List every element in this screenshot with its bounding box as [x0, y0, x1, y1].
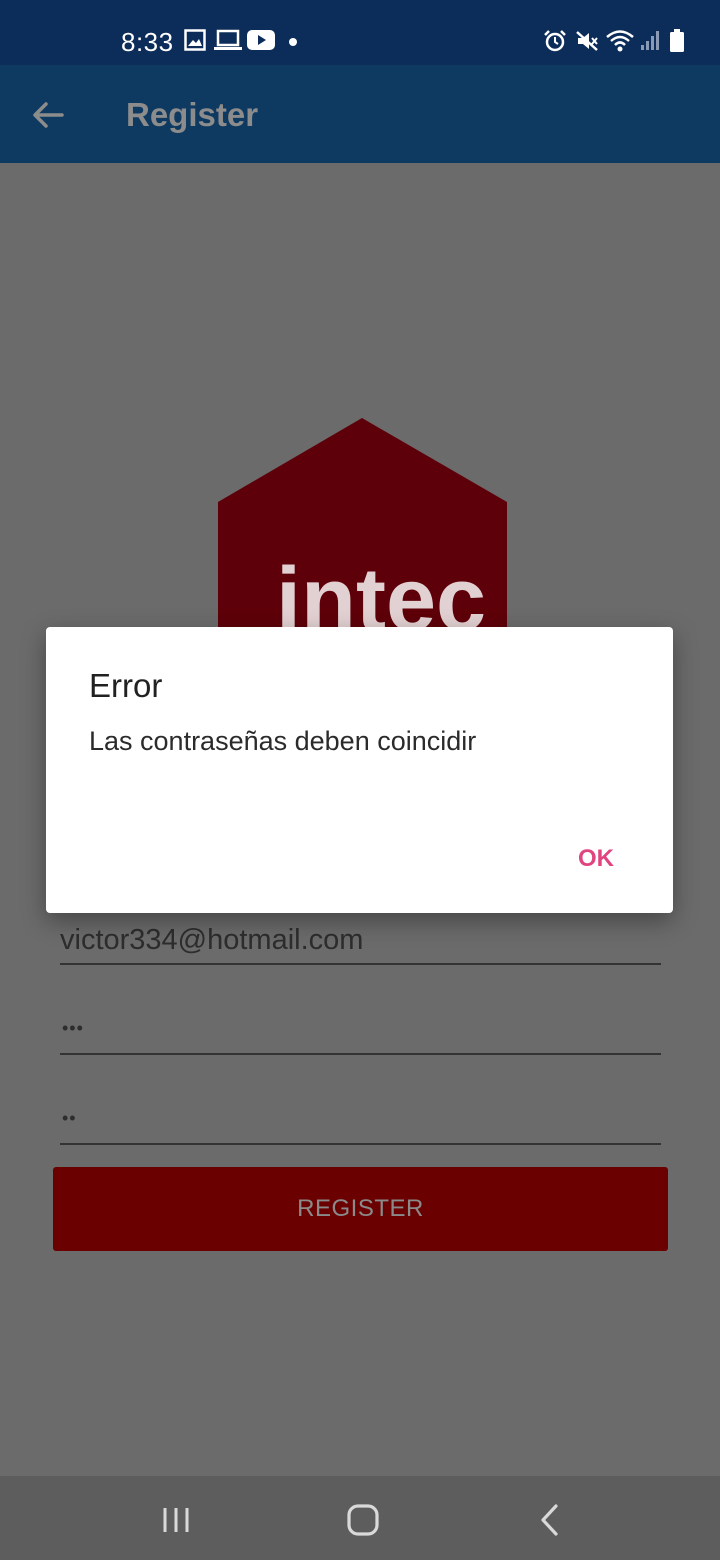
page-title: Register: [126, 96, 259, 133]
youtube-icon: [247, 30, 275, 50]
navigation-bar: [0, 1476, 720, 1560]
intec-logo: intec: [218, 418, 507, 638]
dialog-message: Las contraseñas deben coincidir: [89, 726, 477, 756]
signal-icon: [641, 31, 659, 50]
ok-button[interactable]: OK: [566, 842, 626, 876]
home-icon[interactable]: [343, 1500, 383, 1540]
back-icon[interactable]: [530, 1500, 570, 1540]
alarm-icon: [544, 30, 566, 52]
app-bar: Register: [0, 65, 720, 163]
password-field[interactable]: •••: [60, 1005, 661, 1055]
password-value: •••: [62, 1018, 84, 1038]
wifi-icon: [606, 30, 634, 52]
confirm-password-field[interactable]: ••: [60, 1095, 661, 1145]
error-dialog: Error Las contraseñas deben coincidir OK: [46, 627, 673, 913]
image-icon: [184, 29, 206, 51]
status-time: 8:33: [121, 27, 174, 57]
status-bar: 8:33: [0, 0, 720, 65]
dialog-title: Error: [89, 667, 163, 704]
confirm-password-value: ••: [62, 1108, 77, 1128]
register-button[interactable]: REGISTER: [53, 1167, 668, 1251]
notification-dot-icon: [289, 38, 297, 46]
back-arrow-icon[interactable]: [28, 95, 68, 135]
mute-icon: [576, 31, 598, 51]
recent-apps-icon[interactable]: [156, 1500, 196, 1540]
email-value: victor334@hotmail.com: [60, 924, 364, 956]
battery-icon: [670, 29, 684, 52]
svg-text:intec: intec: [276, 550, 486, 638]
laptop-icon: [214, 29, 242, 50]
email-field[interactable]: victor334@hotmail.com: [60, 915, 661, 965]
